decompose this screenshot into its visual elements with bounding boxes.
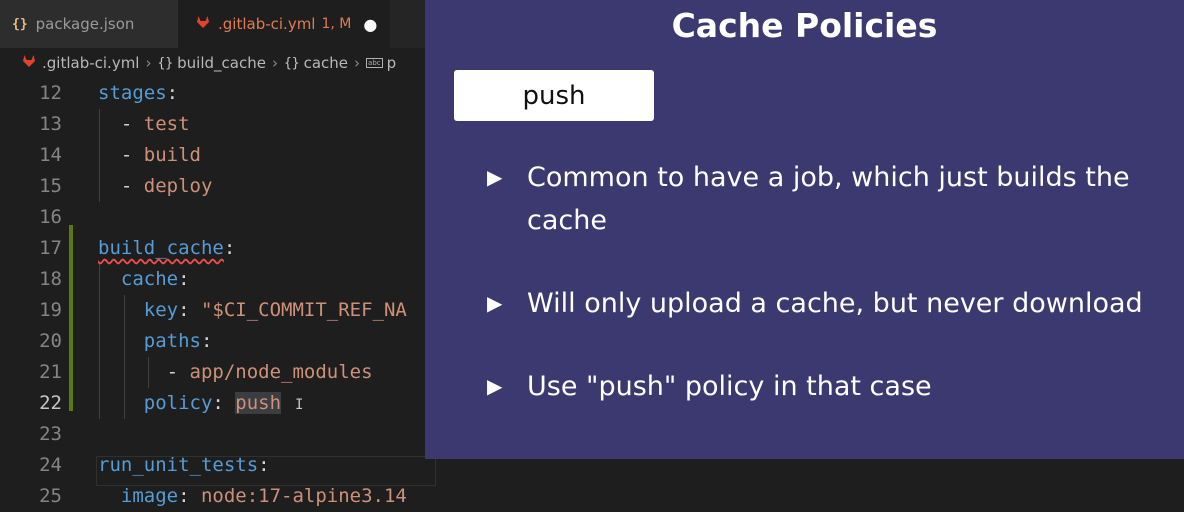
code-token: "$CI_COMMIT_REF_NA <box>200 299 407 321</box>
code-token: - <box>98 144 144 166</box>
line-number: 17 <box>39 237 62 259</box>
breadcrumb-cache[interactable]: cache <box>304 54 348 72</box>
breadcrumb-build-cache[interactable]: build_cache <box>177 54 266 72</box>
code-token: test <box>143 113 190 135</box>
line-number: 13 <box>39 113 62 135</box>
line-number: 24 <box>39 454 62 476</box>
line-number: 23 <box>39 423 62 445</box>
code-text[interactable]: - app/node_modules <box>98 357 373 388</box>
code-token: : <box>178 485 201 507</box>
code-token: build_cache <box>98 237 224 259</box>
bullet-text: Common to have a job, which just builds … <box>527 162 1130 236</box>
tab-badge: 1, M <box>321 16 352 32</box>
unsaved-dot-icon[interactable]: ● <box>363 15 377 34</box>
code-text[interactable]: run_unit_tests: <box>98 450 270 481</box>
bullet-item: ▶ Common to have a job, which just build… <box>487 156 1167 242</box>
code-token: stages <box>98 82 167 104</box>
code-text[interactable]: - deploy <box>98 171 213 202</box>
chevron-right-icon: › <box>271 54 278 72</box>
code-token: : <box>223 237 236 259</box>
line-number: 14 <box>39 144 62 166</box>
play-triangle-icon: ▶ <box>487 374 503 398</box>
tab-label: .gitlab-ci.yml <box>218 15 316 33</box>
bullet-item: ▶ Use "push" policy in that case <box>487 365 1167 408</box>
code-token: policy <box>98 392 213 414</box>
breadcrumb: .gitlab-ci.yml › {} build_cache › {} cac… <box>0 48 430 78</box>
breadcrumb-file[interactable]: .gitlab-ci.yml <box>42 54 139 72</box>
code-token: - <box>98 113 144 135</box>
chevron-right-icon: › <box>354 54 361 72</box>
code-token: push <box>235 392 282 414</box>
code-token: : <box>166 82 179 104</box>
line-number: 18 <box>39 268 62 290</box>
code-text[interactable]: build_cache: <box>98 233 235 264</box>
code-token: : <box>258 454 270 476</box>
tab-package-json[interactable]: {} package.json <box>0 0 178 48</box>
code-token: cache <box>98 268 179 290</box>
braces-icon: {} <box>283 55 300 71</box>
code-token: build <box>143 144 201 166</box>
line-number: 22 <box>39 392 62 414</box>
code-token: : <box>200 330 213 352</box>
bullet-item: ▶ Will only upload a cache, but never do… <box>487 282 1167 325</box>
code-token: paths <box>98 330 201 352</box>
line-number: 12 <box>39 82 62 104</box>
line-number: 16 <box>39 206 62 228</box>
keyword-box: push <box>454 70 654 121</box>
keyword-label: push <box>522 80 586 111</box>
code-token: : <box>212 392 236 414</box>
braces-icon: {} <box>12 16 28 32</box>
play-triangle-icon: ▶ <box>487 291 503 315</box>
bullet-text: Will only upload a cache, but never down… <box>527 288 1143 319</box>
line-number: 19 <box>39 299 62 321</box>
code-token: : <box>178 299 201 321</box>
line-number: 21 <box>39 361 62 383</box>
gitlab-icon <box>196 15 210 33</box>
code-text[interactable]: key: "$CI_COMMIT_REF_NA <box>98 295 407 326</box>
slide-title: Cache Policies <box>671 6 938 45</box>
line-number: 25 <box>39 485 62 507</box>
code-token: image <box>98 485 179 507</box>
line-number: 15 <box>39 175 62 197</box>
bullet-text: Use "push" policy in that case <box>527 371 932 402</box>
code-text[interactable]: - test <box>98 109 190 140</box>
code-text[interactable]: image: node:17-alpine3.14 <box>98 481 407 512</box>
tab-gitlab-ci[interactable]: .gitlab-ci.yml 1, M ● <box>178 0 390 48</box>
code-text[interactable]: policy: push I <box>98 388 303 421</box>
code-token: deploy <box>143 175 213 197</box>
line-number: 20 <box>39 330 62 352</box>
gitlab-icon <box>22 54 36 72</box>
code-token: - <box>98 361 190 383</box>
slide-overlay: Cache Policies push ▶ Common to have a j… <box>425 0 1184 459</box>
code-text[interactable]: - build <box>98 140 201 171</box>
play-triangle-icon: ▶ <box>487 165 503 189</box>
code-token: app/node_modules <box>189 361 373 383</box>
code-token: - <box>98 175 144 197</box>
code-text[interactable]: stages: <box>98 78 178 109</box>
text-cursor-icon: I <box>295 397 304 413</box>
chevron-right-icon: › <box>145 54 152 72</box>
braces-icon: {} <box>157 55 174 71</box>
code-token: run_unit_tests <box>98 454 259 476</box>
string-symbol-icon: abc <box>366 58 383 68</box>
code-line[interactable]: 25 image: node:17-alpine3.14 <box>0 481 1184 512</box>
code-text[interactable]: paths: <box>98 326 213 357</box>
tab-label: package.json <box>35 15 135 33</box>
breadcrumb-policy[interactable]: p <box>387 54 397 72</box>
code-token: node:17-alpine3.14 <box>200 485 407 507</box>
code-text[interactable]: cache: <box>98 264 190 295</box>
code-token: key <box>98 299 179 321</box>
code-token: : <box>178 268 190 290</box>
